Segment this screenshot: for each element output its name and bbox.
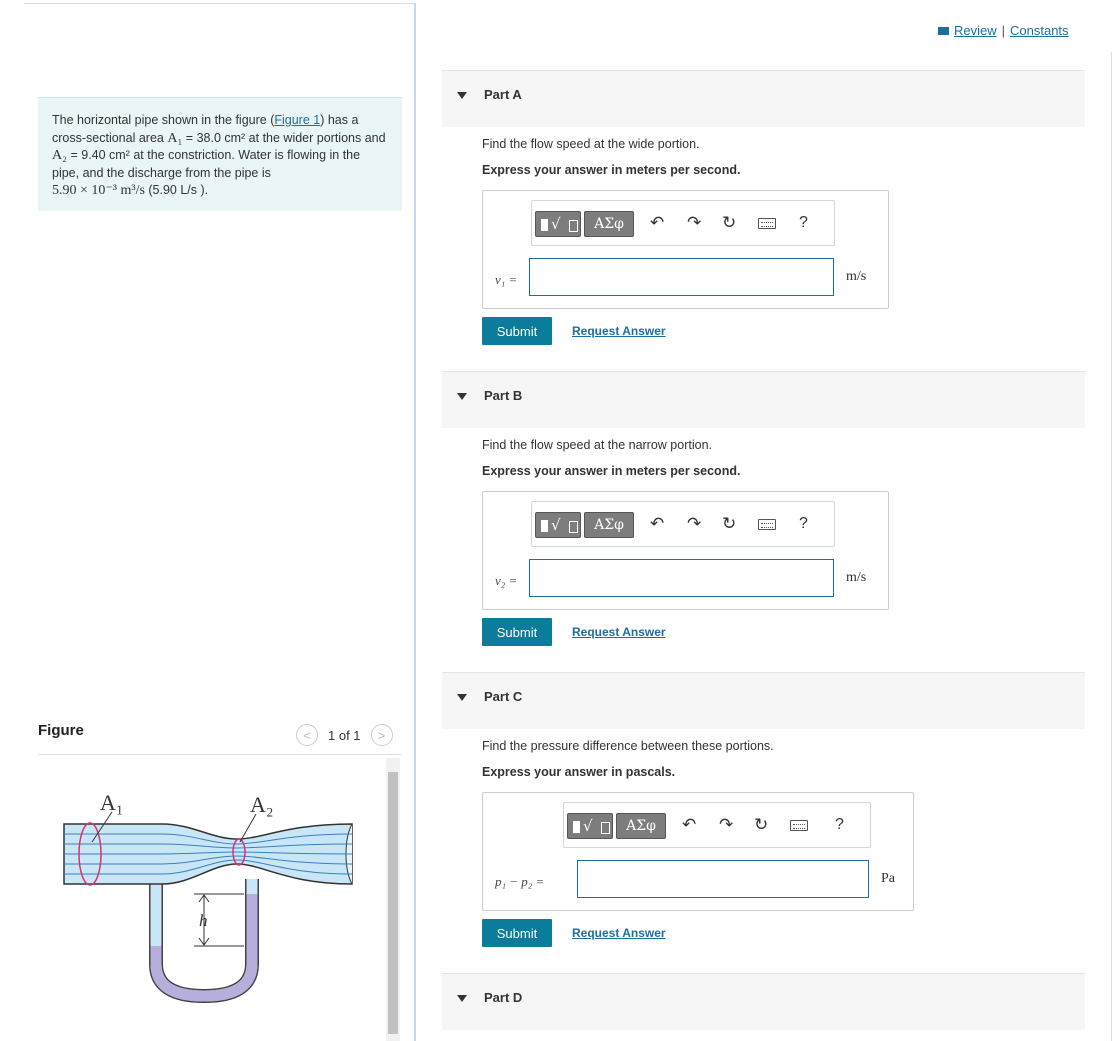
keyboard-icon[interactable] [790,820,808,831]
part-instruction: Express your answer in meters per second… [482,464,741,478]
pipe-figure: A₁ A₂ h [63,790,353,1004]
chevron-right-icon[interactable]: > [370,724,393,746]
greek-symbols-button[interactable]: ΑΣφ [584,211,634,237]
templates-button[interactable]: √ [535,211,581,237]
figure-page-count: 1 of 1 [328,727,361,743]
column-divider [414,3,416,1041]
undo-icon[interactable]: ↶ [650,514,664,534]
discharge-value: 5.90 × 10⁻³ m³/s [52,183,145,198]
request-answer-link[interactable]: Request Answer [572,926,666,940]
template-box-icon [541,520,548,532]
template-box-icon [601,822,610,834]
radical-icon: √ [583,817,593,835]
greek-symbols-button[interactable]: ΑΣφ [616,813,666,839]
answer-box: √ ΑΣφ ↶ ↷ ↻? p₁ − p₂ = Pa [482,792,914,911]
part-instruction: Express your answer in pascals. [482,765,676,779]
constants-link[interactable]: Constants [1010,23,1069,38]
help-icon[interactable]: ? [799,515,808,533]
keyboard-icon[interactable] [758,218,776,229]
template-box-icon [541,219,548,231]
submit-button[interactable]: Submit [482,618,552,646]
reset-icon[interactable]: ↻ [722,514,736,534]
chevron-left-icon[interactable]: < [296,724,318,746]
triangle-down-icon[interactable] [457,694,467,701]
link-separator: | [1001,23,1006,38]
label-h: h [199,911,208,930]
equation-toolbar: √ ΑΣφ ↶ ↷ ↻? [531,501,835,547]
keyboard-icon[interactable] [758,519,776,530]
triangle-down-icon[interactable] [457,393,467,400]
part-prompt: Find the flow speed at the wide portion. [482,137,700,151]
answer-variable-label: v₁ = [495,272,518,287]
undo-icon[interactable]: ↶ [650,213,664,233]
top-divider [24,3,414,4]
undo-icon[interactable]: ↶ [682,815,696,835]
template-box-icon [569,521,578,533]
figure-divider [38,754,402,755]
equation-toolbar: √ ΑΣφ ↶ ↷ ↻? [531,200,835,246]
part-prompt: Find the pressure difference between the… [482,739,774,753]
answer-unit: m/s [846,269,867,284]
submit-button[interactable]: Submit [482,317,552,345]
submit-button[interactable]: Submit [482,919,552,947]
answer-variable-label: v₂ = [495,573,518,588]
part-title: Part C [484,689,523,704]
part-header-3[interactable]: Part C [442,672,1085,729]
figure-title: Figure [38,722,84,739]
part-instruction: Express your answer in meters per second… [482,163,741,177]
answer-unit: Pa [881,871,895,886]
problem-text-3: at the wider portions and [245,130,386,145]
a2-symbol: A₂ [52,148,67,163]
reset-icon[interactable]: ↻ [754,815,768,835]
answer-input[interactable] [577,860,869,898]
review-link[interactable]: Review [954,23,997,38]
label-a2: A₂ [250,792,274,817]
triangle-down-icon[interactable] [457,995,467,1002]
part-title: Part B [484,388,523,403]
a2-value: = 9.40 cm² [67,148,130,162]
right-border [1111,52,1112,1041]
redo-icon[interactable]: ↷ [687,213,701,233]
radical-icon: √ [551,215,561,233]
redo-icon[interactable]: ↷ [687,514,701,534]
book-icon [938,26,949,35]
template-box-icon [569,220,578,232]
templates-button[interactable]: √ [535,512,581,538]
part-header-2[interactable]: Part B [442,371,1085,428]
greek-symbols-button[interactable]: ΑΣφ [584,512,634,538]
a1-value: = 38.0 cm² [182,130,246,145]
problem-text-1: The horizontal pipe shown in the figure … [52,113,275,127]
request-answer-link[interactable]: Request Answer [572,324,666,338]
help-icon[interactable]: ? [799,214,808,232]
problem-statement: The horizontal pipe shown in the figure … [38,97,402,211]
template-box-icon [573,821,580,833]
part-title: Part A [484,87,522,102]
part-prompt: Find the flow speed at the narrow portio… [482,438,712,452]
discharge-alt: (5.90 L/s ). [144,183,209,197]
figure-pager: < 1 of 1 > [296,723,393,747]
answer-box: √ ΑΣφ ↶ ↷ ↻? v₁ = m/s [482,190,889,309]
reset-icon[interactable]: ↻ [722,213,736,233]
figure-link[interactable]: Figure 1 [274,113,320,127]
answer-input[interactable] [529,258,834,296]
figure-scroll-thumb[interactable] [388,772,398,1034]
templates-button[interactable]: √ [567,813,613,839]
part-title: Part D [484,990,523,1005]
triangle-down-icon[interactable] [457,92,467,99]
radical-icon: √ [551,516,561,534]
answer-input[interactable] [529,559,834,597]
label-a1: A₁ [100,790,124,815]
answer-variable-label: p₁ − p₂ = [495,874,545,889]
part-header-4[interactable]: Part D [442,973,1085,1030]
help-icon[interactable]: ? [835,816,844,834]
redo-icon[interactable]: ↷ [719,815,733,835]
request-answer-link[interactable]: Request Answer [572,625,666,639]
review-links: Review | Constants [938,23,1069,38]
part-header-1[interactable]: Part A [442,70,1085,127]
answer-box: √ ΑΣφ ↶ ↷ ↻? v₂ = m/s [482,491,889,610]
answer-unit: m/s [846,570,867,585]
equation-toolbar: √ ΑΣφ ↶ ↷ ↻? [563,802,871,848]
a1-symbol: A₁ [167,130,183,146]
